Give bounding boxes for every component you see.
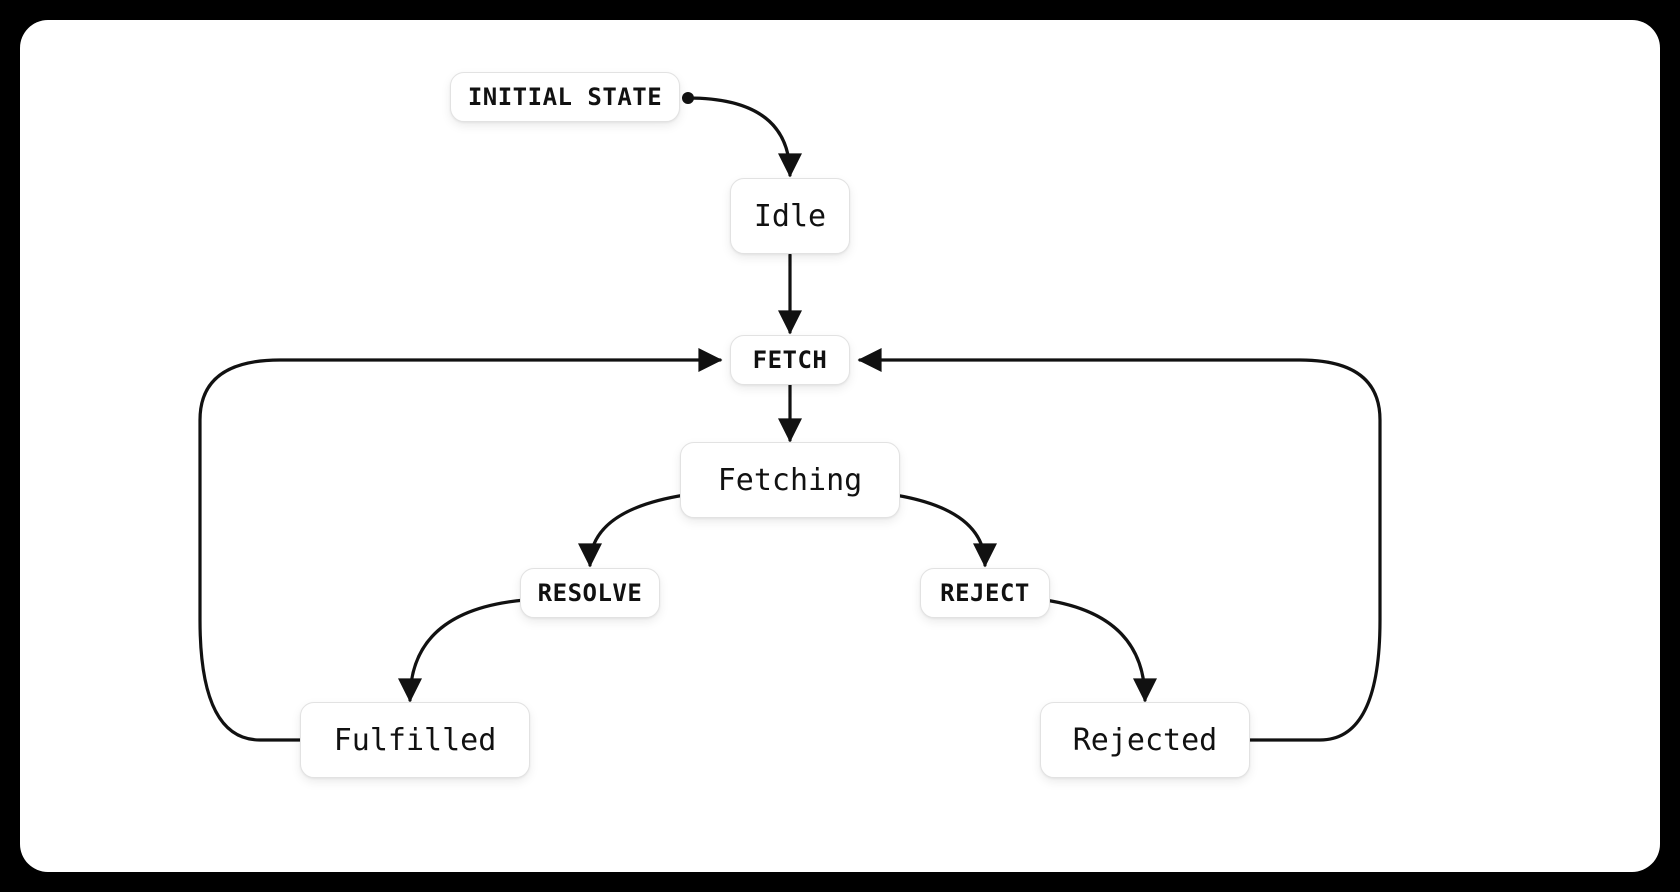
state-rejected: Rejected: [1040, 702, 1250, 778]
state-fetching: Fetching: [680, 442, 900, 518]
initial-state-text: INITIAL STATE: [468, 83, 662, 111]
transition-fetch-text: FETCH: [753, 346, 828, 374]
state-idle-text: Idle: [754, 199, 826, 234]
transition-reject: REJECT: [920, 568, 1050, 618]
transition-fetch: FETCH: [730, 335, 850, 385]
state-fulfilled-text: Fulfilled: [334, 723, 497, 758]
state-fetching-text: Fetching: [718, 463, 863, 498]
transition-resolve: RESOLVE: [520, 568, 660, 618]
initial-state-dot-icon: [682, 92, 694, 104]
initial-state-label: INITIAL STATE: [450, 72, 680, 122]
state-fulfilled: Fulfilled: [300, 702, 530, 778]
state-idle: Idle: [730, 178, 850, 254]
transition-resolve-text: RESOLVE: [538, 579, 643, 607]
state-rejected-text: Rejected: [1073, 723, 1218, 758]
diagram-canvas: INITIAL STATE Idle FETCH Fetching RESOLV…: [20, 20, 1660, 872]
transition-reject-text: REJECT: [940, 579, 1030, 607]
